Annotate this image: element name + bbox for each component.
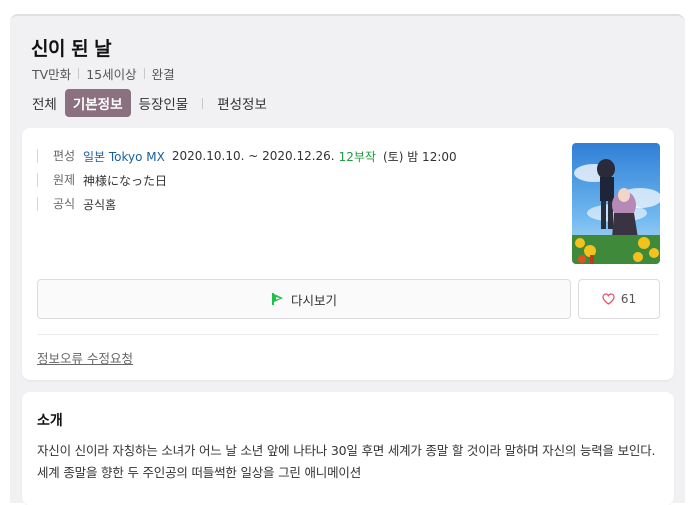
original-title: 神様になった日	[83, 173, 168, 188]
meta-status: 완결	[151, 66, 175, 82]
meta-divider	[78, 67, 80, 79]
info-list: 편성 일본 Tokyo MX 2020.10.10. ~ 2020.12.26.…	[37, 144, 557, 216]
broadcast-period: 2020.10.10. ~ 2020.12.26.	[171, 149, 335, 163]
broadcast-schedule: (토) 밤 12:00	[382, 149, 457, 164]
detail-panel: 신이 된 날 TV만화 15세이상 완결 전체 기본정보 등장인물 편성정보 편…	[10, 14, 685, 505]
heart-icon	[602, 293, 615, 305]
page-title: 신이 된 날	[31, 38, 112, 60]
info-row-original-title: 원제 神様になった日	[37, 168, 557, 192]
tab-divider	[202, 97, 204, 109]
meta-type: TV만화	[32, 66, 72, 82]
meta-divider	[143, 67, 145, 79]
info-label: 공식	[37, 197, 83, 211]
meta-rating: 15세이상	[86, 66, 137, 82]
info-label: 편성	[37, 149, 83, 163]
rewatch-button[interactable]: 다시보기	[37, 279, 571, 319]
intro-description: 자신이 신이라 자칭하는 소녀가 어느 날 소년 앞에 나타나 30일 후면 세…	[37, 443, 656, 480]
info-label: 원제	[37, 173, 83, 187]
info-row-official: 공식 공식홈	[37, 192, 557, 216]
basic-info-card: 편성 일본 Tokyo MX 2020.10.10. ~ 2020.12.26.…	[22, 128, 674, 380]
intro-heading: 소개	[37, 413, 63, 429]
episode-count: 12부작	[338, 149, 376, 164]
poster-image[interactable]	[572, 143, 660, 264]
official-site-link[interactable]: 공식홈	[83, 196, 116, 213]
tab-characters[interactable]: 등장인물	[131, 89, 197, 117]
card-divider	[37, 334, 659, 335]
play-flag-icon	[271, 292, 285, 306]
meta-info: TV만화 15세이상 완결	[32, 65, 175, 82]
tab-bar: 전체 기본정보 등장인물 편성정보	[24, 88, 275, 118]
tab-all[interactable]: 전체	[24, 89, 65, 117]
like-button[interactable]: 61	[578, 279, 660, 319]
tab-broadcast-info[interactable]: 편성정보	[209, 89, 275, 117]
rewatch-label: 다시보기	[290, 292, 337, 308]
info-value: 일본 Tokyo MX 2020.10.10. ~ 2020.12.26. 12…	[83, 148, 457, 165]
info-row-broadcast: 편성 일본 Tokyo MX 2020.10.10. ~ 2020.12.26.…	[37, 144, 557, 168]
like-count: 61	[620, 292, 637, 306]
tab-basic-info[interactable]: 기본정보	[64, 89, 131, 117]
channel-link[interactable]: 일본 Tokyo MX	[83, 148, 165, 165]
report-error-link[interactable]: 정보오류 수정요청	[37, 348, 133, 367]
intro-card: 소개 자신이 신이라 자칭하는 소녀가 어느 날 소년 앞에 나타나 30일 후…	[22, 392, 674, 505]
